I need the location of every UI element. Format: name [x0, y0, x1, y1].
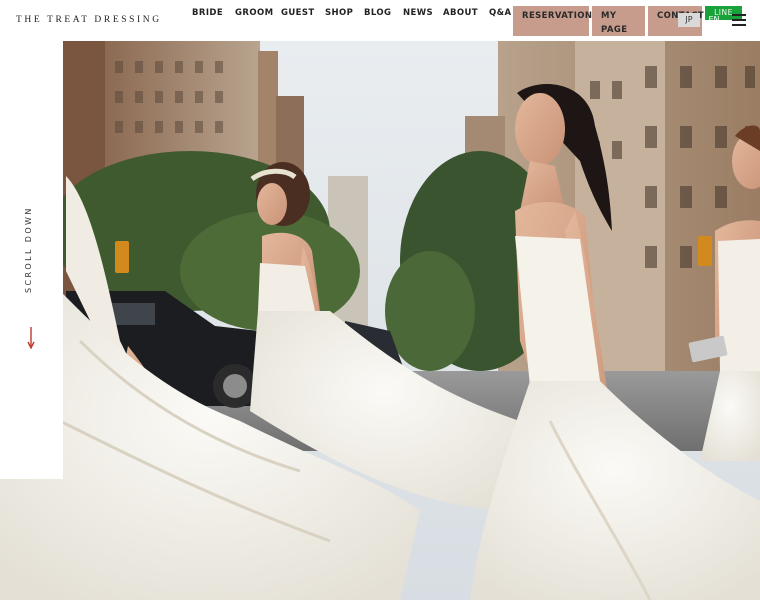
nav-groom[interactable]: GROOM	[235, 8, 273, 18]
scroll-down-label[interactable]: SCROLL DOWN	[24, 206, 38, 316]
lang-jp-button[interactable]: JP	[678, 13, 700, 27]
nav-shop[interactable]: SHOP	[325, 8, 353, 18]
mypage-label-line2: PAGE	[601, 25, 628, 35]
nav-qa[interactable]: Q&A	[489, 8, 511, 18]
site-logo[interactable]: THE TREAT DRESSING	[16, 15, 162, 25]
menu-icon[interactable]	[732, 14, 746, 26]
nav-news[interactable]: NEWS	[403, 8, 433, 18]
mypage-label-line1: MY	[601, 11, 617, 21]
mypage-button[interactable]: MY PAGE	[592, 6, 645, 36]
scroll-panel: SCROLL DOWN	[0, 41, 63, 479]
arrow-down-icon[interactable]	[27, 327, 35, 349]
lang-en-button[interactable]: EN	[705, 14, 723, 26]
reservation-button[interactable]: RESERVATION	[513, 6, 593, 36]
nav-blog[interactable]: BLOG	[364, 8, 391, 18]
nav-guest[interactable]: GUEST	[281, 8, 315, 18]
nav-about[interactable]: ABOUT	[443, 8, 478, 18]
site-header: THE TREAT DRESSING BRIDE GROOM GUEST SHO…	[0, 0, 760, 41]
hero-image	[0, 41, 760, 600]
reservation-label: RESERVATION	[522, 11, 593, 21]
nav-bride[interactable]: BRIDE	[192, 8, 223, 18]
